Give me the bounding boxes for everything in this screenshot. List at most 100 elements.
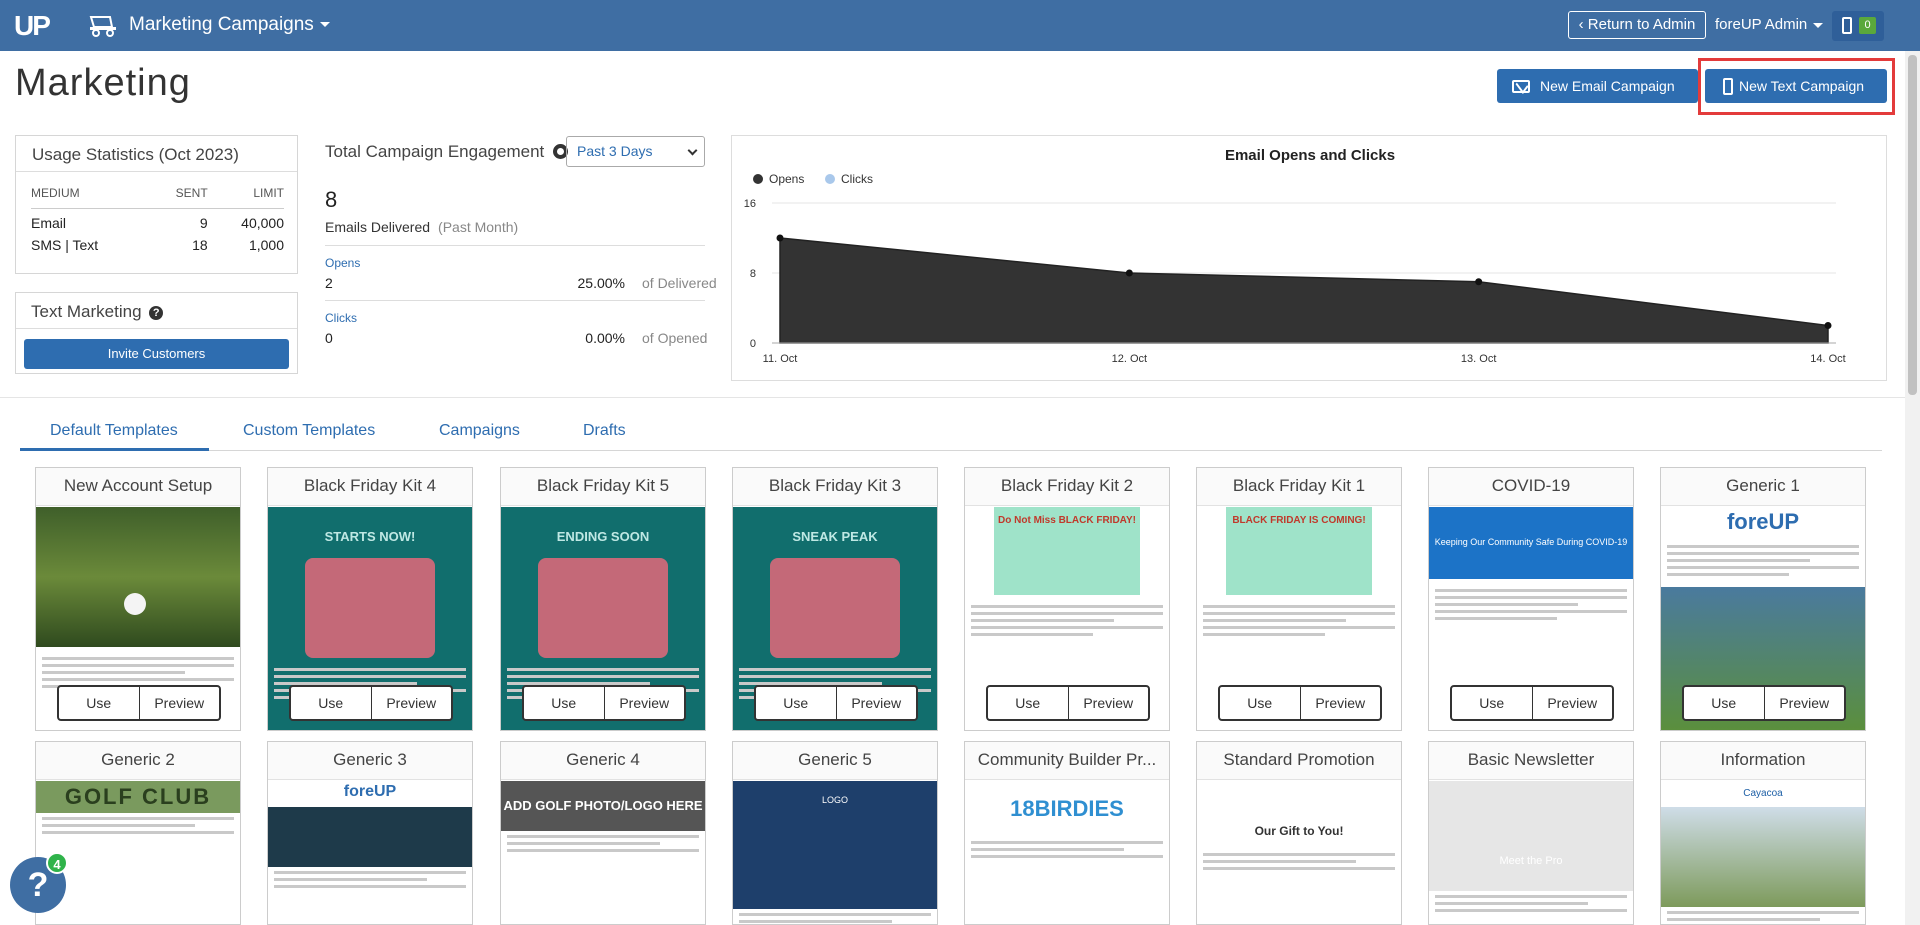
usage-statistics-panel: Usage Statistics (Oct 2023) MEDIUM SENT … (15, 135, 298, 274)
table-row: Email 9 40,000 (31, 209, 284, 231)
foreup-logo[interactable]: UP (14, 10, 51, 42)
template-name: New Account Setup (36, 468, 240, 506)
tab-drafts[interactable]: Drafts (583, 422, 626, 440)
template-name: Generic 5 (733, 742, 937, 780)
template-name: Information (1661, 742, 1865, 780)
clicks-value: 0 (325, 330, 333, 346)
template-card[interactable]: Black Friday Kit 1 BLACK FRIDAY IS COMING… (1196, 467, 1402, 731)
template-card[interactable]: New Account Setup Use Preview (35, 467, 241, 731)
template-card[interactable]: Community Builder Pr... 18BIRDIES (964, 741, 1170, 925)
template-card[interactable]: Generic 3 foreUP (267, 741, 473, 925)
template-card[interactable]: Black Friday Kit 4 STARTS NOW! Use Preview (267, 467, 473, 731)
template-card[interactable]: Black Friday Kit 5 ENDING SOON Use Preview (500, 467, 706, 731)
preview-template-button[interactable]: Preview (1301, 687, 1381, 719)
page-title: Marketing (15, 62, 191, 104)
golf-cart-icon (89, 16, 116, 37)
legend-label: Opens (769, 172, 804, 186)
text-credits-badge[interactable]: 0 (1832, 11, 1884, 41)
preview-template-button[interactable]: Preview (1533, 687, 1613, 719)
opens-value: 2 (325, 275, 333, 291)
use-template-button[interactable]: Use (1220, 687, 1301, 719)
return-label: Return to Admin (1587, 16, 1696, 33)
template-actions: Use Preview (57, 685, 221, 721)
template-thumbnail: 18BIRDIES (965, 781, 1169, 921)
preview-template-button[interactable]: Preview (372, 687, 452, 719)
preview-template-button[interactable]: Preview (1765, 687, 1845, 719)
new-email-campaign-label: New Email Campaign (1540, 78, 1675, 94)
use-template-button[interactable]: Use (524, 687, 605, 719)
template-thumbnail: ADD GOLF PHOTO/LOGO HERE (501, 781, 705, 921)
invite-customers-button[interactable]: Invite Customers (24, 339, 289, 369)
legend-marker (825, 174, 835, 184)
column-header: LIMIT (207, 186, 284, 209)
use-template-button[interactable]: Use (756, 687, 837, 719)
use-template-button[interactable]: Use (291, 687, 372, 719)
clicks-of-label: of Opened (642, 330, 708, 346)
template-actions: Use Preview (1450, 685, 1614, 721)
template-card[interactable]: Generic 1 foreUP Use Preview (1660, 467, 1866, 731)
help-question-icon: ? (27, 866, 49, 904)
limit-cell: 1,000 (248, 237, 284, 253)
preview-template-button[interactable]: Preview (1069, 687, 1149, 719)
chart-title: Email Opens and Clicks (1225, 147, 1395, 164)
template-thumbnail: Our Gift to You! (1197, 781, 1401, 921)
email-opens-chart: Email Opens and Clicks Opens Clicks 0 8 16 11.… (731, 135, 1887, 381)
template-card[interactable]: Black Friday Kit 2 Do Not Miss BLACK FRID… (964, 467, 1170, 731)
y-tick-label: 8 (750, 268, 756, 280)
admin-user-menu[interactable]: foreUP Admin (1715, 16, 1824, 33)
x-tick-label: 11. Oct (763, 353, 798, 365)
template-card[interactable]: Information Cayacoa (1660, 741, 1866, 925)
template-name: Black Friday Kit 5 (501, 468, 705, 506)
use-template-button[interactable]: Use (59, 687, 140, 719)
caret-down-icon (319, 22, 330, 28)
tab-campaigns[interactable]: Campaigns (439, 422, 520, 440)
page-scrollbar[interactable] (1905, 51, 1920, 925)
tab-default-templates[interactable]: Default Templates (50, 422, 178, 440)
template-card[interactable]: Generic 4 ADD GOLF PHOTO/LOGO HERE (500, 741, 706, 925)
engagement-range-select[interactable]: Past 3 Days (566, 136, 705, 167)
template-card[interactable]: Black Friday Kit 3 SNEAK PEAK Use Preview (732, 467, 938, 731)
template-card[interactable]: Standard Promotion Our Gift to You! (1196, 741, 1402, 925)
template-name: Black Friday Kit 4 (268, 468, 472, 506)
use-template-button[interactable]: Use (988, 687, 1069, 719)
template-card[interactable]: Generic 2 GOLF CLUB (35, 741, 241, 925)
column-header: MEDIUM (31, 186, 151, 209)
template-name: Community Builder Pr... (965, 742, 1169, 780)
emails-delivered-count: 8 (325, 187, 338, 212)
use-template-button[interactable]: Use (1684, 687, 1765, 719)
help-notification-badge: 4 (46, 852, 68, 874)
template-card[interactable]: COVID-19 Keeping Our Community Safe Durin… (1428, 467, 1634, 731)
active-tab-indicator (20, 448, 209, 451)
opens-point (1824, 322, 1832, 329)
preview-template-button[interactable]: Preview (140, 687, 220, 719)
x-tick-label: 12. Oct (1112, 353, 1147, 365)
preview-template-button[interactable]: Preview (605, 687, 685, 719)
use-template-button[interactable]: Use (1452, 687, 1533, 719)
sent-cell: 18 (192, 237, 208, 253)
usage-statistics-title: Usage Statistics (Oct 2023) (16, 136, 297, 172)
usage-table: MEDIUM SENT LIMIT Email 9 40,000 SMS | T… (31, 186, 284, 253)
template-card[interactable]: Basic Newsletter Meet the Pro (1428, 741, 1634, 925)
column-header: SENT (150, 186, 208, 209)
preview-template-button[interactable]: Preview (837, 687, 917, 719)
new-email-campaign-button[interactable]: New Email Campaign (1497, 69, 1698, 103)
return-to-admin-button[interactable]: ‹ Return to Admin (1568, 11, 1706, 39)
template-card[interactable]: Generic 5 LOGO (732, 741, 938, 925)
text-marketing-title: Text Marketing ? (16, 293, 297, 329)
divider (325, 245, 705, 246)
legend-marker (753, 174, 763, 184)
template-thumbnail: Cayacoa (1661, 781, 1865, 921)
clicks-percent: 0.00% (585, 330, 625, 346)
scrollbar-thumb[interactable] (1908, 55, 1917, 395)
engagement-title-label: Total Campaign Engagement (325, 142, 545, 161)
app-title-menu[interactable]: Marketing Campaigns (129, 14, 330, 36)
highlight-box (1698, 58, 1895, 115)
question-circle-icon[interactable]: ? (149, 306, 164, 320)
template-name: Generic 2 (36, 742, 240, 780)
opens-area (779, 237, 1829, 344)
sent-cell: 9 (199, 215, 208, 231)
tab-custom-templates[interactable]: Custom Templates (243, 422, 375, 440)
opens-of-label: of Delivered (642, 275, 717, 291)
help-button[interactable]: ? 4 (10, 852, 68, 913)
template-name: Generic 3 (268, 742, 472, 780)
